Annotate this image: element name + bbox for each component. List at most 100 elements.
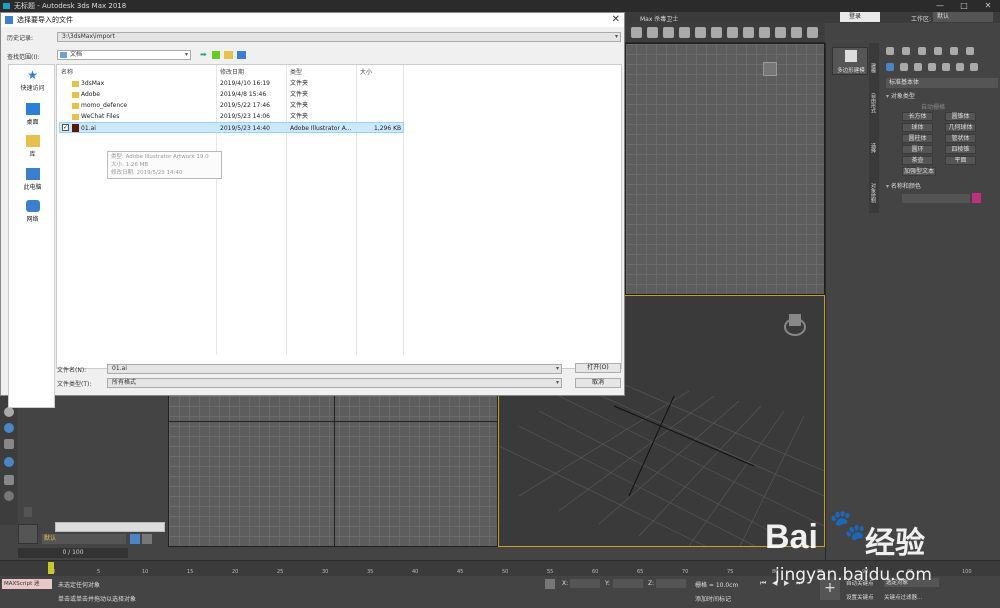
modify-tab-icon[interactable] xyxy=(902,47,910,55)
tube-button[interactable]: 管状体 xyxy=(945,134,976,143)
column-header-type[interactable]: 类型 xyxy=(290,67,302,76)
geosphere-button[interactable]: 几何球体 xyxy=(945,123,976,132)
cancel-button[interactable]: 取消 xyxy=(575,378,621,388)
spacewarps-icon[interactable] xyxy=(956,63,964,71)
object-color-swatch[interactable] xyxy=(972,193,981,203)
box-button[interactable]: 长方体 xyxy=(902,112,933,121)
lookin-select[interactable]: 文档 ▾ xyxy=(57,50,191,60)
side-tab-selection[interactable]: 选择 xyxy=(870,143,877,153)
lock-icon[interactable] xyxy=(545,579,555,589)
mirror-icon[interactable] xyxy=(743,27,754,38)
region-select-icon[interactable] xyxy=(647,27,658,38)
time-slider[interactable]: 0 / 100 xyxy=(18,548,128,558)
history-select[interactable]: 3:\3dsMax\import ▾ xyxy=(57,32,621,42)
rotate-icon[interactable] xyxy=(679,27,690,38)
cone-button[interactable]: 圆锥体 xyxy=(945,112,976,121)
motion-tab-icon[interactable] xyxy=(934,47,942,55)
layer-select[interactable]: 默认 xyxy=(42,534,126,544)
menu-max-antivirus[interactable]: Max 杀毒卫士 xyxy=(640,14,678,23)
layer-tool-icon[interactable] xyxy=(4,439,14,449)
shapes-icon[interactable] xyxy=(900,63,908,71)
cameras-icon[interactable] xyxy=(928,63,936,71)
sphere-tool-icon[interactable] xyxy=(4,423,14,433)
place-desktop[interactable]: 桌面 xyxy=(9,103,56,126)
object-name-input[interactable] xyxy=(902,194,970,203)
move-icon[interactable] xyxy=(663,27,674,38)
file-row[interactable]: WeChat Files 2019/5/23 14:06 文件夹 xyxy=(59,111,459,122)
x-coord-input[interactable] xyxy=(570,579,600,588)
open-button[interactable]: 打开(O) xyxy=(575,363,621,373)
place-quick-access[interactable]: ★ 快速访问 xyxy=(9,69,56,92)
collapse-arrow-icon[interactable] xyxy=(24,507,32,517)
angle-snap-icon[interactable] xyxy=(727,27,738,38)
render-icon[interactable] xyxy=(807,27,818,38)
filename-input[interactable]: 01.ai ▾ xyxy=(107,364,562,374)
z-coord-input[interactable] xyxy=(656,579,686,588)
layer-options-icon[interactable] xyxy=(142,534,152,544)
workspace-select[interactable]: 默认 xyxy=(933,12,993,22)
place-library[interactable]: 库 xyxy=(9,135,56,158)
y-coord-input[interactable] xyxy=(613,579,643,588)
viewport-front[interactable] xyxy=(625,43,825,295)
text-plus-button[interactable]: 加强型文本 xyxy=(902,167,936,176)
place-this-pc[interactable]: 此电脑 xyxy=(9,168,56,191)
helpers-icon[interactable] xyxy=(942,63,950,71)
horizontal-scrollbar[interactable] xyxy=(55,522,165,532)
tool-icon[interactable] xyxy=(4,407,14,417)
geometry-icon[interactable] xyxy=(886,63,894,71)
column-header-size[interactable]: 大小 xyxy=(360,67,372,76)
new-folder-icon[interactable] xyxy=(224,51,233,59)
poly-model-button[interactable]: 多边形建模 xyxy=(832,47,868,75)
create-tab-icon[interactable] xyxy=(886,47,894,55)
help-icon[interactable] xyxy=(4,491,14,501)
view-menu-icon[interactable] xyxy=(237,51,246,59)
align-icon[interactable] xyxy=(759,27,770,38)
systems-icon[interactable] xyxy=(970,63,978,71)
file-row[interactable]: momo_defence 2019/5/22 17:46 文件夹 xyxy=(59,100,459,111)
viewport-left[interactable] xyxy=(168,395,498,547)
display-tab-icon[interactable] xyxy=(950,47,958,55)
file-row[interactable]: Adobe 2019/4/8 15:46 文件夹 xyxy=(59,89,459,100)
close-window-button[interactable]: ✕ xyxy=(976,0,1000,12)
dialog-close-button[interactable]: ✕ xyxy=(612,13,620,27)
place-network[interactable]: 网络 xyxy=(9,200,56,223)
scene-tool-icon[interactable] xyxy=(4,457,14,467)
autogrid-checkbox[interactable]: 自动栅格 xyxy=(921,102,945,111)
row-checkbox[interactable]: ✓ xyxy=(62,124,69,131)
minimize-button[interactable]: — xyxy=(928,0,952,12)
section-object-type[interactable]: ▾ 对象类型 xyxy=(886,91,998,101)
pyramid-button[interactable]: 四棱锥 xyxy=(945,145,976,154)
sphere-button[interactable]: 球体 xyxy=(902,123,933,132)
snap-icon[interactable] xyxy=(711,27,722,38)
maximize-button[interactable]: □ xyxy=(952,0,976,12)
section-name-color[interactable]: ▾ 名称和颜色 xyxy=(886,181,998,191)
plane-button[interactable]: 平面 xyxy=(945,156,976,165)
teapot-button[interactable]: 茶壶 xyxy=(902,156,933,165)
column-header-date[interactable]: 修改日期 xyxy=(220,67,244,76)
hierarchy-tab-icon[interactable] xyxy=(918,47,926,55)
material-editor-icon[interactable] xyxy=(775,27,786,38)
file-row-selected[interactable]: ✓ 01.ai 2019/5/23 14:40 Adobe Illustrato… xyxy=(59,122,404,133)
viewcube-icon[interactable] xyxy=(763,62,777,76)
column-header-name[interactable]: 名称 xyxy=(61,67,73,76)
filetype-select[interactable]: 所有格式 ▾ xyxy=(107,378,562,388)
side-tab-modeling[interactable]: 建模 xyxy=(870,63,877,73)
select-icon[interactable] xyxy=(631,27,642,38)
side-tab-freeform[interactable]: 自由形式 xyxy=(870,93,877,113)
side-tab-object-paint[interactable]: 对象绘制 xyxy=(870,183,877,203)
category-select[interactable]: 标准基本体 xyxy=(886,78,998,88)
up-folder-icon[interactable] xyxy=(212,51,220,59)
layer-manager-icon[interactable] xyxy=(130,534,140,544)
cylinder-button[interactable]: 圆柱体 xyxy=(902,134,933,143)
render-setup-icon[interactable] xyxy=(791,27,802,38)
utilities-tab-icon[interactable] xyxy=(966,47,974,55)
torus-button[interactable]: 圆环 xyxy=(902,145,933,154)
container-tool-icon[interactable] xyxy=(4,475,14,485)
add-time-tag[interactable]: 添加时间标记 xyxy=(695,594,731,603)
back-icon[interactable]: ➡ xyxy=(200,50,207,59)
maxscript-listener[interactable]: MAXScript 迷 xyxy=(2,579,52,589)
login-button[interactable]: 登录 xyxy=(840,12,880,22)
file-row[interactable]: 3dsMax 2019/4/10 16:19 文件夹 xyxy=(59,78,459,89)
lights-icon[interactable] xyxy=(914,63,922,71)
scale-icon[interactable] xyxy=(695,27,706,38)
